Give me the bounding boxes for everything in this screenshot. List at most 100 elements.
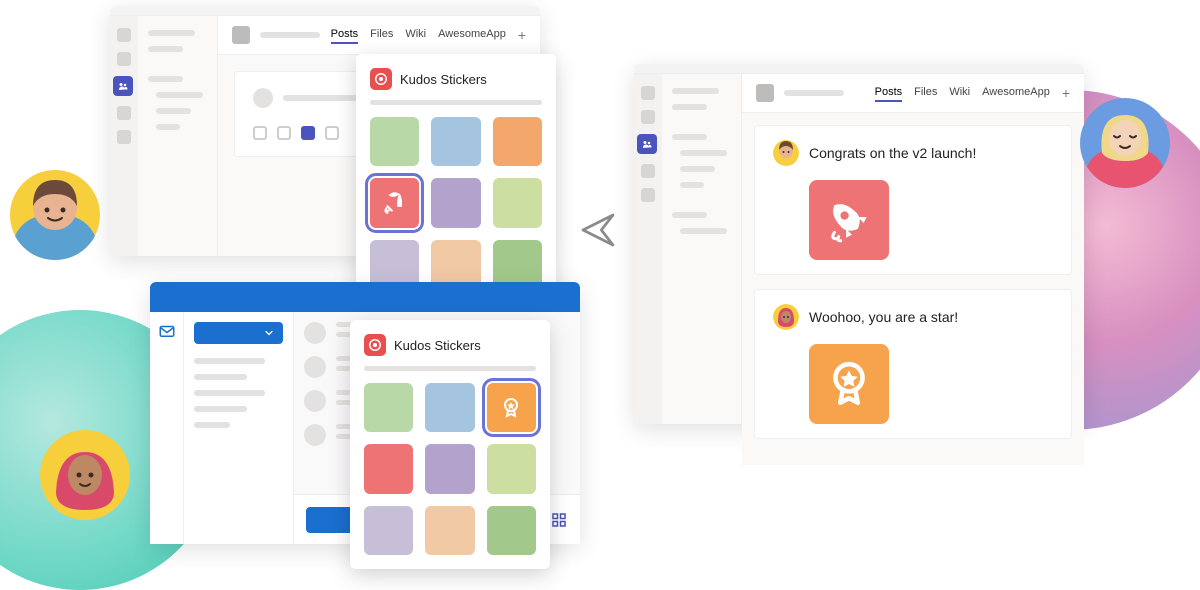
sticker-grid (370, 117, 542, 289)
sticker-tile[interactable] (425, 383, 474, 432)
folder-item[interactable] (194, 374, 247, 380)
rail-item[interactable] (117, 130, 131, 144)
teams-icon (641, 138, 653, 150)
sticker-tile[interactable] (370, 117, 419, 166)
outlook-window-source: Kudos Stickers (150, 282, 580, 544)
tab-files[interactable]: Files (370, 26, 393, 44)
tab-awesomeapp[interactable]: AwesomeApp (438, 26, 506, 44)
rail-item[interactable] (641, 110, 655, 124)
folder-item[interactable] (194, 358, 265, 364)
action-chip[interactable] (253, 126, 267, 140)
tab-awesomeapp[interactable]: AwesomeApp (982, 84, 1050, 102)
rail-item[interactable] (117, 106, 131, 120)
channel-list (138, 16, 218, 256)
list-item[interactable] (672, 88, 719, 94)
teams-icon (117, 80, 129, 92)
sticker-tile-award-selected[interactable] (487, 383, 536, 432)
action-chip[interactable] (277, 126, 291, 140)
list-item[interactable] (672, 212, 707, 218)
list-item[interactable] (156, 108, 191, 114)
list-item[interactable] (148, 46, 183, 52)
rail-item-teams[interactable] (113, 76, 133, 96)
sticker-tile[interactable] (431, 117, 480, 166)
rail-item[interactable] (641, 164, 655, 178)
list-item[interactable] (156, 92, 203, 98)
rail-item[interactable] (641, 188, 655, 202)
sticker-panel: Kudos Stickers (356, 54, 556, 303)
list-item[interactable] (680, 166, 715, 172)
team-avatar (756, 84, 774, 102)
folder-list (184, 312, 294, 544)
tab-posts[interactable]: Posts (331, 26, 359, 44)
sticker-tile[interactable] (425, 444, 474, 493)
sticker-panel-title: Kudos Stickers (394, 338, 481, 353)
channel-header: Posts Files Wiki AwesomeApp + (218, 16, 540, 55)
sender-avatar-man (773, 140, 799, 166)
titlebar (150, 282, 580, 312)
sticker-tile[interactable] (493, 117, 542, 166)
titlebar (110, 6, 540, 16)
outlook-rail (150, 312, 184, 544)
sticker-tile[interactable] (364, 444, 413, 493)
rail-item-teams[interactable] (637, 134, 657, 154)
list-item[interactable] (148, 30, 195, 36)
list-item[interactable] (680, 150, 727, 156)
tab-posts[interactable]: Posts (875, 84, 903, 102)
avatar-woman-hijab (40, 430, 130, 520)
list-item[interactable] (680, 182, 704, 188)
app-rail (634, 74, 662, 424)
rocket-sticker (809, 180, 889, 260)
add-tab-button[interactable]: + (518, 27, 526, 43)
sticker-tile[interactable] (487, 506, 536, 555)
award-icon (499, 396, 523, 420)
kudos-app-icon (370, 68, 392, 90)
sticker-tile[interactable] (364, 383, 413, 432)
rail-item[interactable] (117, 52, 131, 66)
action-chip[interactable] (325, 126, 339, 140)
list-item[interactable] (148, 76, 183, 82)
folder-item[interactable] (194, 390, 265, 396)
chevron-down-icon (263, 327, 275, 339)
mail-icon[interactable] (158, 322, 176, 340)
app-rail (110, 16, 138, 256)
sticker-panel: Kudos Stickers (350, 320, 550, 569)
list-item[interactable] (680, 228, 727, 234)
avatar-woman-blonde (1080, 98, 1170, 188)
action-chip-selected[interactable] (301, 126, 315, 140)
search-placeholder[interactable] (370, 100, 542, 105)
tab-wiki[interactable]: Wiki (405, 26, 426, 44)
tab-wiki[interactable]: Wiki (949, 84, 970, 102)
list-item[interactable] (156, 124, 180, 130)
folder-item[interactable] (194, 406, 247, 412)
sender-avatar-hijab (773, 304, 799, 330)
list-item[interactable] (672, 104, 707, 110)
target-icon (368, 338, 382, 352)
message-text: Woohoo, you are a star! (809, 309, 958, 325)
message-card: Congrats on the v2 launch! (754, 125, 1072, 275)
search-placeholder[interactable] (364, 366, 536, 371)
sticker-tile[interactable] (487, 444, 536, 493)
titlebar (634, 64, 1084, 74)
channel-name-placeholder (260, 32, 320, 38)
sticker-panel-title: Kudos Stickers (400, 72, 487, 87)
sticker-tile[interactable] (431, 178, 480, 227)
sticker-tile-rocket-selected[interactable] (370, 178, 419, 227)
message-card: Woohoo, you are a star! (754, 289, 1072, 439)
rail-item[interactable] (641, 86, 655, 100)
list-item[interactable] (672, 134, 707, 140)
team-avatar (232, 26, 250, 44)
teams-window-source: Posts Files Wiki AwesomeApp + (110, 6, 540, 256)
rail-item[interactable] (117, 28, 131, 42)
sticker-grid (364, 383, 536, 555)
tab-files[interactable]: Files (914, 84, 937, 102)
add-tab-button[interactable]: + (1062, 85, 1070, 101)
apps-grid-icon[interactable] (550, 511, 568, 529)
folder-item[interactable] (194, 422, 230, 428)
message-text: Congrats on the v2 launch! (809, 145, 976, 161)
new-mail-button[interactable] (194, 322, 283, 344)
sticker-tile[interactable] (364, 506, 413, 555)
channel-list (662, 74, 742, 424)
sticker-tile[interactable] (493, 178, 542, 227)
sticker-tile[interactable] (425, 506, 474, 555)
channel-header: Posts Files Wiki AwesomeApp + (742, 74, 1084, 113)
